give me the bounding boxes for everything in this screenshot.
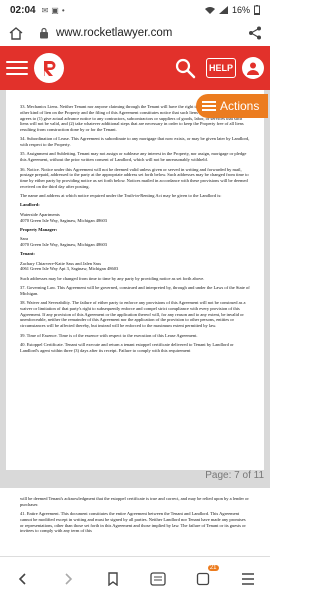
address-change-note: Such addresses may be changed from time … — [20, 275, 205, 281]
landlord-label: Landlord: — [20, 202, 40, 208]
browser-bottom-nav: 21 — [0, 556, 270, 600]
forward-arrow-icon — [64, 572, 72, 585]
tabs-icon — [196, 572, 209, 585]
reader-mode-icon — [149, 571, 166, 586]
tabs-button[interactable]: 21 — [193, 564, 219, 589]
document-next-page: will be deemed Tenant's acknowledgment t… — [6, 490, 264, 556]
notice-intro: The name and address at which notice req… — [20, 193, 222, 199]
menu-icon — [202, 101, 216, 111]
document-viewer[interactable]: 33. Mechanics Liens. Neither Tenant nor … — [0, 90, 270, 488]
battery-icon — [254, 5, 260, 15]
logo-mark-icon — [44, 61, 56, 76]
clause-37: 37. Governing Law. This Agreement will b… — [20, 285, 250, 296]
status-right: 16% — [204, 5, 260, 15]
clause-35: 35. Assignment and Subletting. Tenant ma… — [20, 151, 247, 163]
hamburger-menu-icon[interactable] — [6, 61, 28, 75]
clause-39: 39. Time of Essence. Time is of the esse… — [20, 332, 198, 338]
status-bar: 02:04 ✉ ▣ • 16% — [0, 0, 270, 20]
clause-36: 36. Notice. Notice under this Agreement … — [20, 166, 249, 189]
tabs-count-badge: 21 — [207, 564, 219, 571]
bookmark-button[interactable] — [103, 569, 123, 589]
wifi-icon — [204, 7, 215, 14]
tenant-address-block: Zachary Chiarvere-Katie Sass and Jalen S… — [20, 261, 250, 273]
clause-40: 40. Estoppel Certificate. Tenant will ex… — [20, 341, 234, 353]
clause-41: 41. Entire Agreement. This document cons… — [20, 511, 246, 534]
clause-38: 38. Waiver and Severability. The failure… — [20, 300, 246, 329]
url-field[interactable]: www.rocketlawyer.com — [56, 27, 172, 39]
browser-menu-button[interactable] — [238, 569, 258, 589]
signal-icon — [218, 6, 228, 14]
menu-lines-icon — [241, 572, 254, 585]
tenant-address: 4061 Green Isle Way Apt 3, Saginaw, Mich… — [20, 266, 119, 272]
page-indicator: Page: 7 of 11 — [205, 470, 264, 481]
message-icon: ▣ — [51, 5, 59, 15]
landlord-address-block: Waterside Apartments 4070 Green Isle Way… — [20, 212, 250, 224]
property-manager-address: 4070 Green Isle Way, Saginaw, Michigan 4… — [20, 242, 107, 247]
lock-icon — [40, 27, 48, 39]
help-button[interactable]: HELP — [206, 58, 236, 78]
actions-label: Actions — [220, 99, 260, 113]
clause-40-continued: will be deemed Tenant's acknowledgment t… — [20, 496, 249, 507]
dot-icon: • — [61, 5, 65, 15]
reader-button[interactable] — [148, 569, 168, 589]
document-body: 33. Mechanics Liens. Neither Tenant nor … — [20, 104, 250, 353]
document-page: 33. Mechanics Liens. Neither Tenant nor … — [6, 90, 264, 470]
search-icon[interactable] — [174, 57, 196, 79]
site-header: HELP — [0, 46, 270, 90]
account-avatar[interactable] — [242, 57, 264, 79]
clause-34: 34. Subordination of Lease. This Agreeme… — [20, 136, 250, 148]
user-icon — [247, 62, 259, 75]
bookmark-icon — [107, 571, 118, 586]
mail-icon: ✉ — [41, 5, 49, 15]
home-button[interactable] — [8, 25, 24, 41]
battery-text: 16% — [231, 5, 250, 15]
property-manager-address-block: Sara 4070 Green Isle Way, Saginaw, Michi… — [20, 236, 250, 248]
property-manager-label: Property Manager: — [20, 226, 58, 232]
forward-button[interactable] — [58, 569, 78, 589]
rocket-lawyer-logo[interactable] — [34, 53, 64, 83]
next-page-body: will be deemed Tenant's acknowledgment t… — [20, 496, 250, 534]
share-icon[interactable] — [248, 26, 262, 40]
back-arrow-icon — [18, 572, 26, 585]
landlord-address: 4070 Green Isle Way, Saginaw, Michigan 4… — [20, 217, 107, 223]
browser-bar: www.rocketlawyer.com — [0, 20, 270, 46]
back-button[interactable] — [13, 569, 33, 589]
tenant-label: Tenant: — [20, 251, 35, 257]
status-time: 02:04 — [10, 4, 36, 16]
home-icon — [9, 26, 23, 40]
notification-icons: ✉ ▣ • — [42, 6, 65, 15]
actions-button[interactable]: Actions — [196, 94, 268, 118]
page-bar: Page: 7 of 11 — [0, 470, 270, 488]
